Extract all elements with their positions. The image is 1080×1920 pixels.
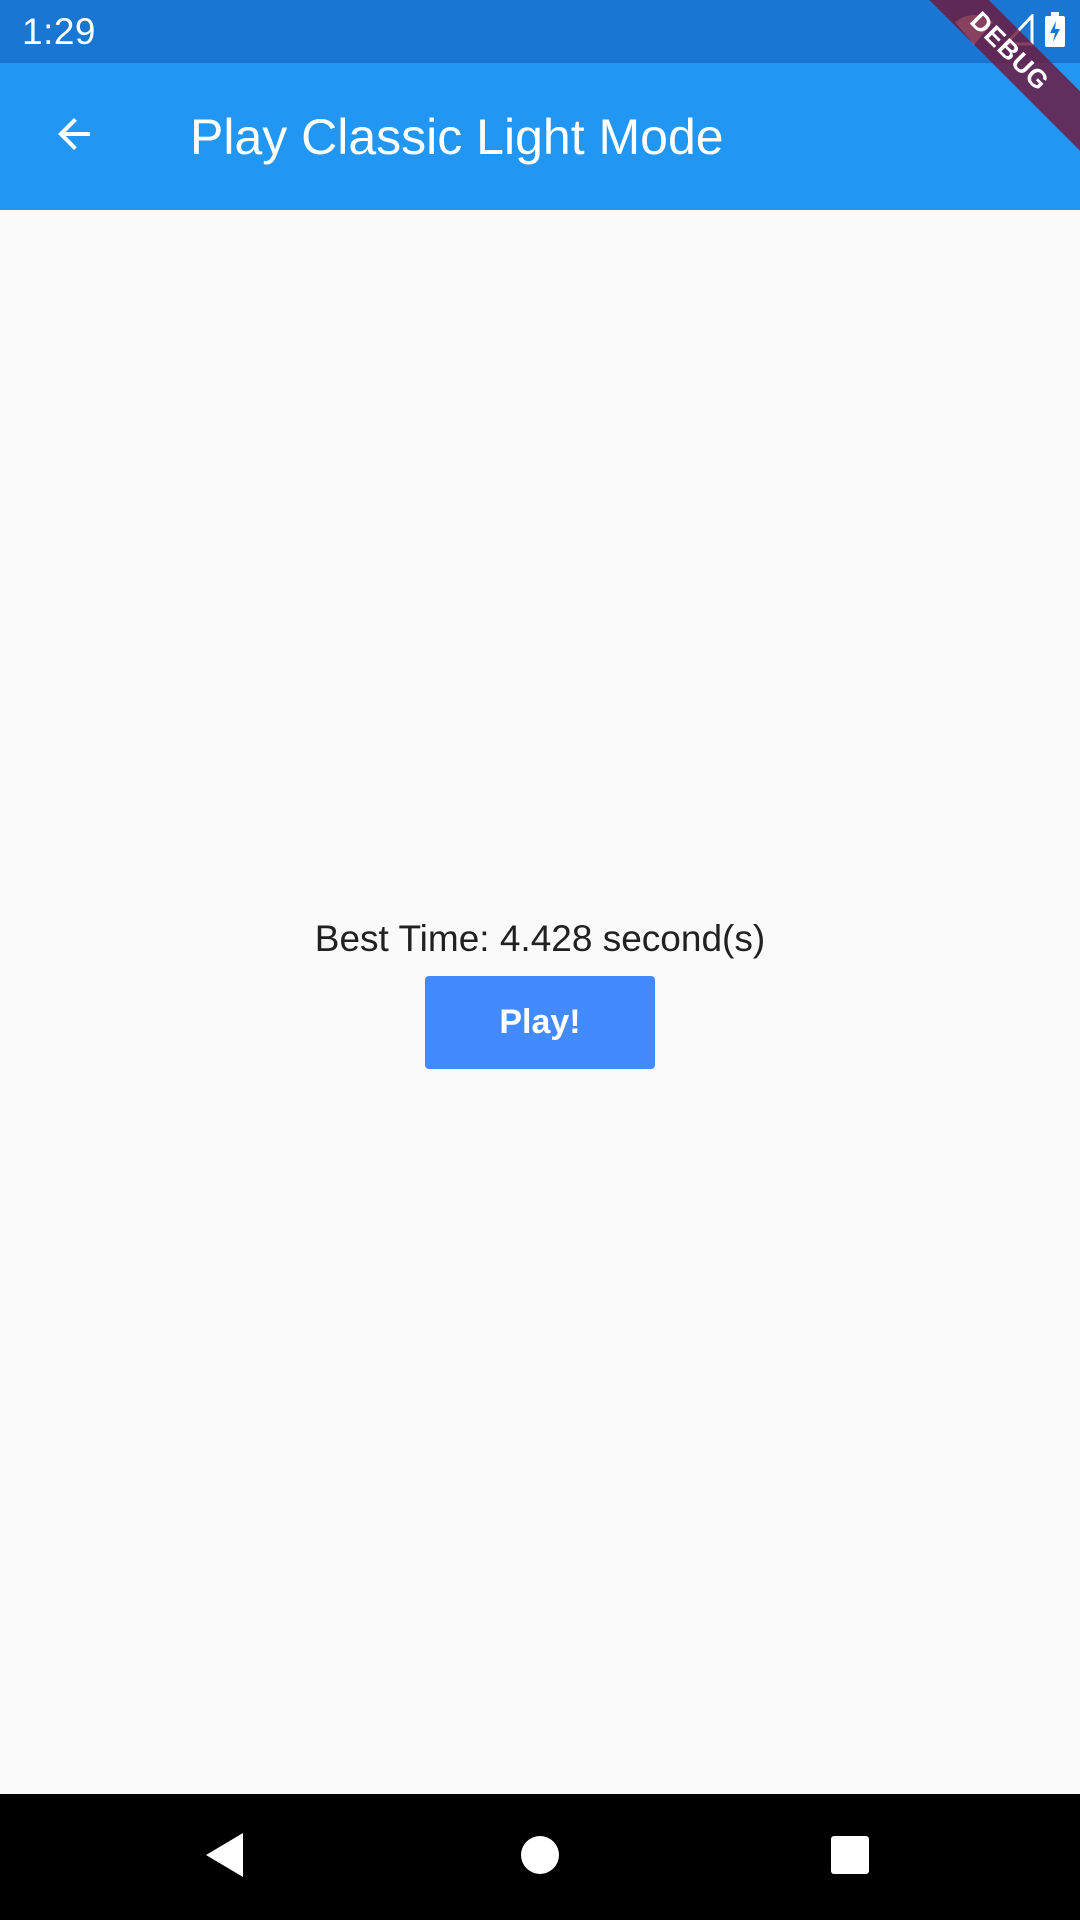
main-content: Best Time: 4.428 second(s) Play! [0, 210, 1080, 1794]
best-time-text: Best Time: 4.428 second(s) [314, 918, 766, 959]
nav-back-icon [203, 1831, 247, 1884]
status-bar: 1:29 [0, 0, 1080, 63]
back-button[interactable] [38, 100, 110, 172]
status-time: 1:29 [22, 11, 97, 52]
arrow-back-icon [50, 110, 98, 163]
nav-back-button[interactable] [192, 1824, 258, 1890]
nav-home-icon [520, 1835, 560, 1880]
nav-home-button[interactable] [507, 1824, 573, 1890]
play-button[interactable]: Play! [425, 976, 655, 1069]
battery-charging-icon [1044, 11, 1066, 53]
app-bar: Play Classic Light Mode [0, 63, 1080, 210]
page-title: Play Classic Light Mode [190, 109, 724, 165]
nav-recents-icon [830, 1835, 870, 1880]
nav-recents-button[interactable] [817, 1824, 883, 1890]
screen: 1:29 Play Classic Light Mode DEBUG Best … [0, 0, 1080, 1920]
navigation-bar [0, 1794, 1080, 1920]
